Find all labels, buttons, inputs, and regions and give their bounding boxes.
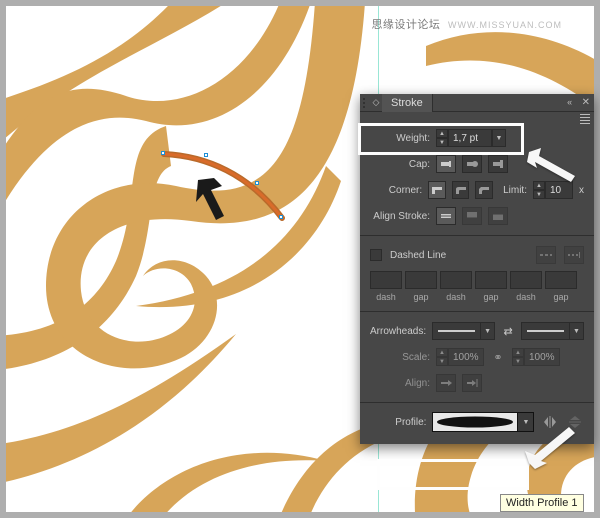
scale-link-icon[interactable]: ⚭: [490, 349, 506, 365]
panel-close-icon[interactable]: ✕: [582, 97, 590, 108]
scale-start-field[interactable]: ▲▼: [436, 348, 484, 366]
scale-end-field[interactable]: ▲▼: [512, 348, 560, 366]
collapse-toggle-icon[interactable]: ◇: [370, 97, 382, 108]
cap-butt-icon[interactable]: [436, 155, 456, 173]
profile-shape-icon: [433, 415, 517, 429]
dash-align-icon[interactable]: [564, 246, 584, 264]
limit-suffix: x: [579, 185, 584, 196]
panel-grip[interactable]: [360, 94, 370, 112]
watermark-label: 思缘设计论坛: [371, 19, 440, 31]
annotation-arrow-profile: [525, 425, 577, 475]
panel-tabbar[interactable]: ◇ Stroke « ✕: [360, 94, 594, 112]
arrowheads-label: Arrowheads:: [370, 326, 426, 337]
gap-3-label: gap: [545, 292, 577, 302]
align-stroke-label: Align Stroke:: [370, 211, 430, 222]
tooltip-width-profile: Width Profile 1: [500, 494, 584, 512]
align-center-icon[interactable]: [436, 207, 456, 225]
watermark: 思缘设计论坛 WWW.MISSYUAN.COM: [371, 16, 562, 32]
align-inside-icon[interactable]: [462, 207, 482, 225]
stroke-panel: ◇ Stroke « ✕ Weight: ▲ ▼ ▼ Cap:: [360, 94, 594, 444]
corner-miter-icon[interactable]: [428, 181, 446, 199]
gap-1-input[interactable]: [405, 271, 437, 289]
corner-label: Corner:: [370, 185, 422, 196]
tab-stroke[interactable]: Stroke: [382, 94, 433, 112]
gap-2-label: gap: [475, 292, 507, 302]
dash-3-input[interactable]: [510, 271, 542, 289]
annotation-arrow-weight: [527, 148, 577, 189]
weight-label: Weight:: [370, 133, 430, 144]
dash-1-label: dash: [370, 292, 402, 302]
align-arrow-label: Align:: [370, 378, 430, 389]
scale-label: Scale:: [370, 352, 430, 363]
corner-round-icon[interactable]: [452, 181, 470, 199]
limit-step-down[interactable]: ▼: [533, 190, 545, 199]
annotation-arrow: [186, 176, 226, 229]
cap-label: Cap:: [370, 159, 430, 170]
swap-arrowheads-icon[interactable]: ⇄: [501, 323, 515, 339]
gap-2-input[interactable]: [475, 271, 507, 289]
handle-point[interactable]: [255, 181, 259, 185]
dashed-line-checkbox[interactable]: [370, 249, 382, 261]
weight-dropdown[interactable]: ▼: [492, 129, 506, 147]
dash-2-input[interactable]: [440, 271, 472, 289]
align-arrow-tip-icon[interactable]: [462, 374, 482, 392]
weight-input[interactable]: [448, 129, 492, 147]
dashed-line-label: Dashed Line: [390, 250, 528, 261]
panel-menu-icon[interactable]: [580, 114, 590, 124]
dash-3-label: dash: [510, 292, 542, 302]
anchor-point[interactable]: [279, 215, 283, 219]
weight-step-down[interactable]: ▼: [436, 138, 448, 147]
panel-collapse-icon[interactable]: «: [564, 97, 576, 108]
align-arrow-extend-icon[interactable]: [436, 374, 456, 392]
gap-1-label: gap: [405, 292, 437, 302]
profile-label: Profile:: [370, 417, 426, 428]
scale-end-input[interactable]: [524, 348, 560, 366]
align-outside-icon[interactable]: [488, 207, 508, 225]
weight-field[interactable]: ▲ ▼ ▼: [436, 129, 506, 147]
handle-point[interactable]: [204, 153, 208, 157]
arrowhead-end-dropdown[interactable]: ▼: [521, 322, 584, 340]
scale-start-input[interactable]: [448, 348, 484, 366]
dash-2-label: dash: [440, 292, 472, 302]
dash-1-input[interactable]: [370, 271, 402, 289]
watermark-url: WWW.MISSYUAN.COM: [448, 20, 562, 30]
weight-step-up[interactable]: ▲: [436, 129, 448, 138]
anchor-point[interactable]: [161, 151, 165, 155]
profile-dropdown[interactable]: ▼: [432, 412, 534, 432]
corner-bevel-icon[interactable]: [475, 181, 493, 199]
dash-preserve-icon[interactable]: [536, 246, 556, 264]
cap-round-icon[interactable]: [462, 155, 482, 173]
cap-projecting-icon[interactable]: [488, 155, 508, 173]
gap-3-input[interactable]: [545, 271, 577, 289]
limit-label: Limit:: [503, 185, 527, 196]
arrowhead-start-dropdown[interactable]: ▼: [432, 322, 495, 340]
